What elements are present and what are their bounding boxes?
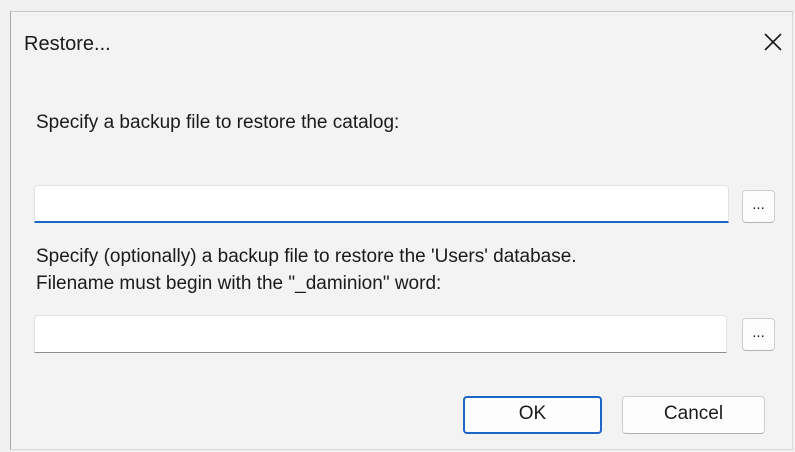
catalog-backup-input[interactable] bbox=[35, 186, 728, 221]
users-browse-button[interactable]: ... bbox=[742, 318, 775, 351]
catalog-browse-button[interactable]: ... bbox=[742, 190, 775, 223]
close-icon bbox=[764, 33, 782, 51]
dialog-title: Restore... bbox=[24, 33, 111, 55]
users-backup-label-line2: Filename must begin with the "_daminion"… bbox=[36, 273, 442, 294]
users-backup-label-line1: Specify (optionally) a backup file to re… bbox=[36, 246, 577, 267]
cancel-button[interactable]: Cancel bbox=[622, 396, 765, 434]
users-backup-field[interactable] bbox=[34, 315, 727, 353]
restore-dialog: Restore... Specify a backup file to rest… bbox=[10, 11, 793, 450]
catalog-backup-field[interactable] bbox=[34, 185, 729, 223]
users-backup-input[interactable] bbox=[35, 316, 726, 352]
close-button[interactable] bbox=[759, 28, 787, 56]
ok-button[interactable]: OK bbox=[463, 396, 602, 434]
catalog-backup-label: Specify a backup file to restore the cat… bbox=[36, 112, 400, 133]
